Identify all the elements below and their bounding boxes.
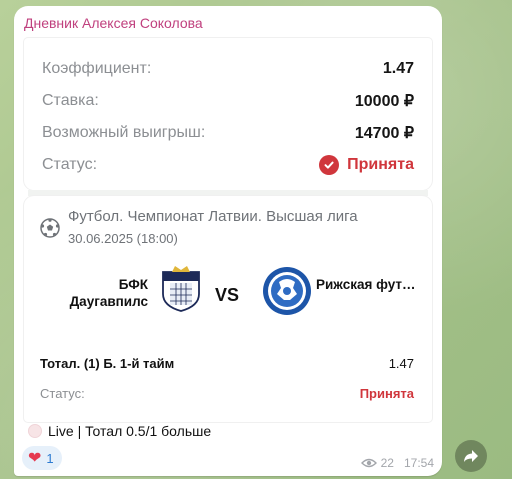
payout-row: Возможный выигрыш: 14700 ₽: [42, 122, 414, 144]
bet-summary-card: Коэффициент: 1.47 Ставка: 10000 ₽ Возмож…: [24, 38, 432, 190]
football-icon: [40, 218, 60, 238]
coefficient-value: 1.47: [382, 60, 414, 77]
coefficient-row: Коэффициент: 1.47: [42, 58, 414, 80]
bet-status-label: Статус:: [40, 386, 85, 401]
message-meta: 22 17:54: [360, 456, 434, 470]
heart-icon: ❤: [28, 450, 42, 467]
message-caption: Live | Тотал 0.5/1 больше: [28, 423, 211, 439]
status-row: Статус: Принята: [42, 154, 414, 176]
bet-status-value: Принята: [359, 386, 414, 401]
versus-label: VS: [215, 285, 240, 305]
channel-author[interactable]: Дневник Алексея Соколова: [24, 15, 203, 31]
status-value-group: Принята: [319, 155, 414, 175]
share-button[interactable]: [455, 440, 487, 472]
bet-market-odds: 1.47: [388, 356, 414, 371]
stake-row: Ставка: 10000 ₽: [42, 90, 414, 112]
league-name: Футбол. Чемпионат Латвии. Высшая лига: [68, 208, 358, 225]
view-count: 22: [380, 456, 394, 470]
home-team-name: БФК Даугавпилс: [69, 277, 148, 309]
coefficient-label: Коэффициент:: [42, 60, 152, 77]
message-time: 17:54: [403, 456, 434, 470]
status-label: Статус:: [42, 156, 98, 173]
bet-status-row: Статус: Принята: [40, 386, 414, 401]
heart-reaction[interactable]: ❤ 1: [22, 446, 62, 470]
event-datetime: 30.06.2025 (18:00): [68, 231, 178, 246]
bet-market-label: Тотал. (1) Б. 1-й тайм: [40, 356, 175, 371]
stake-label: Ставка:: [42, 92, 99, 109]
away-team-logo: [263, 267, 311, 315]
caption-text: Live | Тотал 0.5/1 больше: [48, 423, 212, 439]
eye-icon: [360, 458, 377, 468]
away-team-name: Рижская футбольная ...: [316, 277, 416, 292]
live-dot-icon: [28, 424, 42, 438]
share-arrow-icon: [464, 450, 478, 462]
home-team-logo: [162, 266, 200, 312]
payout-value: 14700 ₽: [354, 125, 414, 142]
payout-label: Возможный выигрыш:: [42, 124, 206, 141]
event-header: Футбол. Чемпионат Латвии. Высшая лига 30…: [40, 208, 358, 246]
reaction-count: 1: [46, 450, 54, 466]
status-value: Принята: [347, 156, 414, 173]
event-card: Футбол. Чемпионат Латвии. Высшая лига 30…: [24, 196, 432, 422]
stake-value: 10000 ₽: [354, 93, 414, 110]
bet-market-row: Тотал. (1) Б. 1-й тайм 1.47: [40, 356, 414, 371]
check-circle-icon: [319, 155, 340, 175]
message-bubble: Дневник Алексея Соколова Коэффициент: 1.…: [14, 6, 442, 476]
